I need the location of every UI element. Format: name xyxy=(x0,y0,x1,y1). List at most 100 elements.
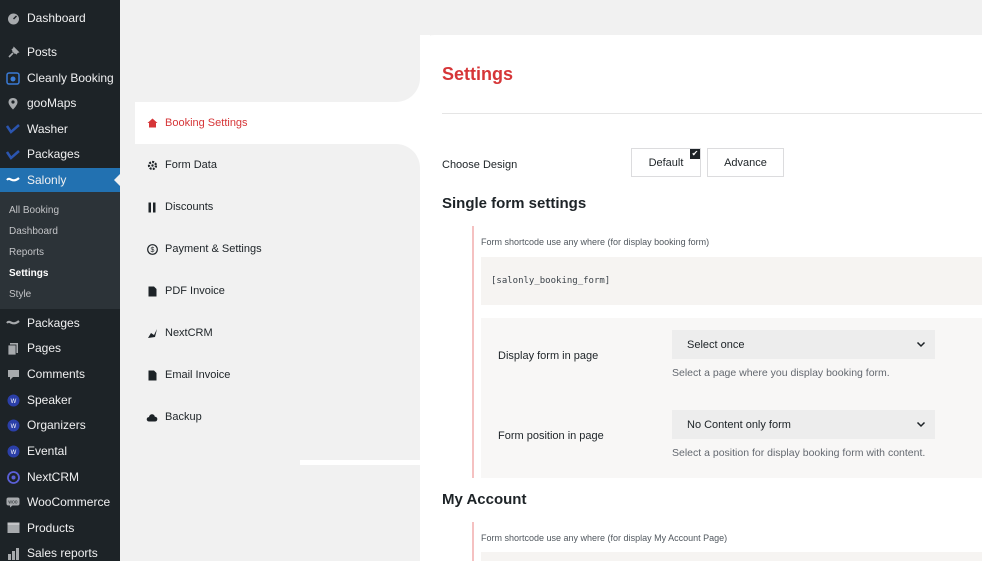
single-form-title: Single form settings xyxy=(442,195,587,212)
sidebar-item-washer[interactable]: Washer xyxy=(0,117,120,141)
sidebar-item-label: Packages xyxy=(27,147,80,161)
tab-label: Backup xyxy=(165,411,202,423)
display-form-select[interactable]: Select once xyxy=(672,330,935,359)
tab-discounts[interactable]: Discounts xyxy=(135,186,420,228)
tab-label: Discounts xyxy=(165,201,214,213)
position-value: No Content only form xyxy=(687,418,791,431)
document-icon xyxy=(146,285,158,297)
document-icon xyxy=(146,369,158,381)
position-select[interactable]: No Content only form xyxy=(672,410,935,439)
evental-icon: W xyxy=(6,444,20,458)
sidebar-item-label: Dashboard xyxy=(27,11,86,25)
sidebar-item-organizers[interactable]: W Organizers xyxy=(0,413,120,437)
sidebar-item-posts[interactable]: Posts xyxy=(0,40,120,64)
divider xyxy=(442,113,982,114)
submenu-all-booking[interactable]: All Booking xyxy=(9,205,59,216)
svg-text:W: W xyxy=(10,450,16,456)
crm-icon xyxy=(146,327,158,339)
package-icon xyxy=(6,316,20,330)
tab-email-invoice[interactable]: Email Invoice xyxy=(135,354,420,396)
svg-text:W: W xyxy=(10,424,16,430)
design-advance-button[interactable]: Advance xyxy=(707,148,784,177)
design-advance-label: Advance xyxy=(724,156,767,169)
discount-icon xyxy=(146,201,158,213)
position-label: Form position in page xyxy=(498,430,604,442)
submenu-style[interactable]: Style xyxy=(9,289,31,300)
woocommerce-icon: woo xyxy=(6,495,20,509)
tab-backup[interactable]: Backup xyxy=(135,396,420,438)
form-shortcode-box[interactable]: [salonly_booking_form] xyxy=(481,257,982,305)
choose-design-label: Choose Design xyxy=(442,159,518,171)
design-default-label: Default xyxy=(648,156,684,169)
sidebar-item-label: Salonly xyxy=(27,173,67,187)
display-form-label: Display form in page xyxy=(498,350,599,362)
tab-label: Email Invoice xyxy=(165,369,231,381)
display-form-value: Select once xyxy=(687,338,745,351)
position-help: Select a position for display booking fo… xyxy=(672,447,926,459)
sidebar-item-packages-2[interactable]: Packages xyxy=(0,311,120,335)
sidebar-item-sales-reports[interactable]: Sales reports xyxy=(0,541,120,561)
display-form-help: Select a page where you display booking … xyxy=(672,367,890,379)
home-icon xyxy=(146,117,158,129)
tab-nextcrm[interactable]: NextCRM xyxy=(135,312,420,354)
gear-icon xyxy=(146,159,158,171)
pages-icon xyxy=(6,341,20,355)
form-shortcode-label: Form shortcode use any where (for displa… xyxy=(481,237,710,247)
checkmark-icon: ✔ xyxy=(690,149,700,159)
salonly-icon xyxy=(6,173,20,187)
cloud-icon xyxy=(146,411,158,423)
tab-label: Form Data xyxy=(165,159,217,171)
tab-form-data[interactable]: Form Data xyxy=(135,144,420,186)
tab-payment-settings[interactable]: $ Payment & Settings xyxy=(135,228,420,270)
settings-tabs: Booking Settings Form Data Discounts $ P… xyxy=(135,0,425,460)
sidebar-item-woocommerce[interactable]: woo WooCommerce xyxy=(0,490,120,514)
chevron-down-icon xyxy=(915,418,927,430)
sidebar-item-label: Cleanly Booking xyxy=(27,71,114,85)
sidebar-item-label: gooMaps xyxy=(27,96,77,110)
chart-icon xyxy=(6,546,20,560)
sidebar-item-comments[interactable]: Comments xyxy=(0,362,120,386)
sidebar-item-label: Evental xyxy=(27,444,68,458)
tab-pdf-invoice[interactable]: PDF Invoice xyxy=(135,270,420,312)
submenu-settings[interactable]: Settings xyxy=(9,268,48,279)
sidebar-item-goomaps[interactable]: gooMaps xyxy=(0,91,120,115)
map-pin-icon xyxy=(6,96,20,110)
pin-icon xyxy=(6,45,20,59)
package-icon xyxy=(6,147,20,161)
sidebar-item-speaker[interactable]: W Speaker xyxy=(0,388,120,412)
admin-sidebar: Dashboard Posts Cleanly Booking gooMaps … xyxy=(0,0,120,561)
sidebar-item-label: Sales reports xyxy=(27,546,98,560)
washer-icon xyxy=(6,122,20,136)
sidebar-item-evental[interactable]: W Evental xyxy=(0,439,120,463)
sidebar-item-label: Speaker xyxy=(27,393,72,407)
sidebar-item-packages[interactable]: Packages xyxy=(0,142,120,166)
tab-booking-settings[interactable]: Booking Settings xyxy=(135,102,425,144)
nextcrm-icon xyxy=(6,470,20,484)
sidebar-item-label: Organizers xyxy=(27,418,86,432)
svg-text:W: W xyxy=(10,399,16,405)
sidebar-item-dashboard[interactable]: Dashboard xyxy=(0,6,120,30)
submenu-reports[interactable]: Reports xyxy=(9,247,44,258)
sidebar-item-pages[interactable]: Pages xyxy=(0,336,120,360)
tab-label: NextCRM xyxy=(165,327,213,339)
sidebar-item-label: Posts xyxy=(27,45,58,59)
svg-text:woo: woo xyxy=(8,499,17,505)
dashboard-icon xyxy=(6,11,20,25)
sidebar-item-label: Packages xyxy=(27,316,80,330)
form-shortcode-text: [salonly_booking_form] xyxy=(491,276,611,286)
sidebar-item-label: Comments xyxy=(27,367,86,381)
products-icon xyxy=(6,521,20,535)
sidebar-item-nextcrm[interactable]: NextCRM xyxy=(0,465,120,489)
sidebar-item-salonly[interactable]: Salonly xyxy=(0,168,120,192)
salonly-submenu: All Booking Dashboard Reports Settings S… xyxy=(0,192,120,309)
account-shortcode-box[interactable] xyxy=(481,552,982,561)
sidebar-item-label: Washer xyxy=(27,122,68,136)
sidebar-item-products[interactable]: Products xyxy=(0,516,120,540)
sidebar-item-cleanly-booking[interactable]: Cleanly Booking xyxy=(0,66,120,90)
speaker-icon: W xyxy=(6,393,20,407)
submenu-dashboard[interactable]: Dashboard xyxy=(9,226,58,237)
dollar-icon: $ xyxy=(146,243,158,255)
sidebar-item-label: Products xyxy=(27,521,75,535)
booking-icon xyxy=(6,71,20,85)
account-shortcode-label: Form shortcode use any where (for displa… xyxy=(481,533,728,543)
